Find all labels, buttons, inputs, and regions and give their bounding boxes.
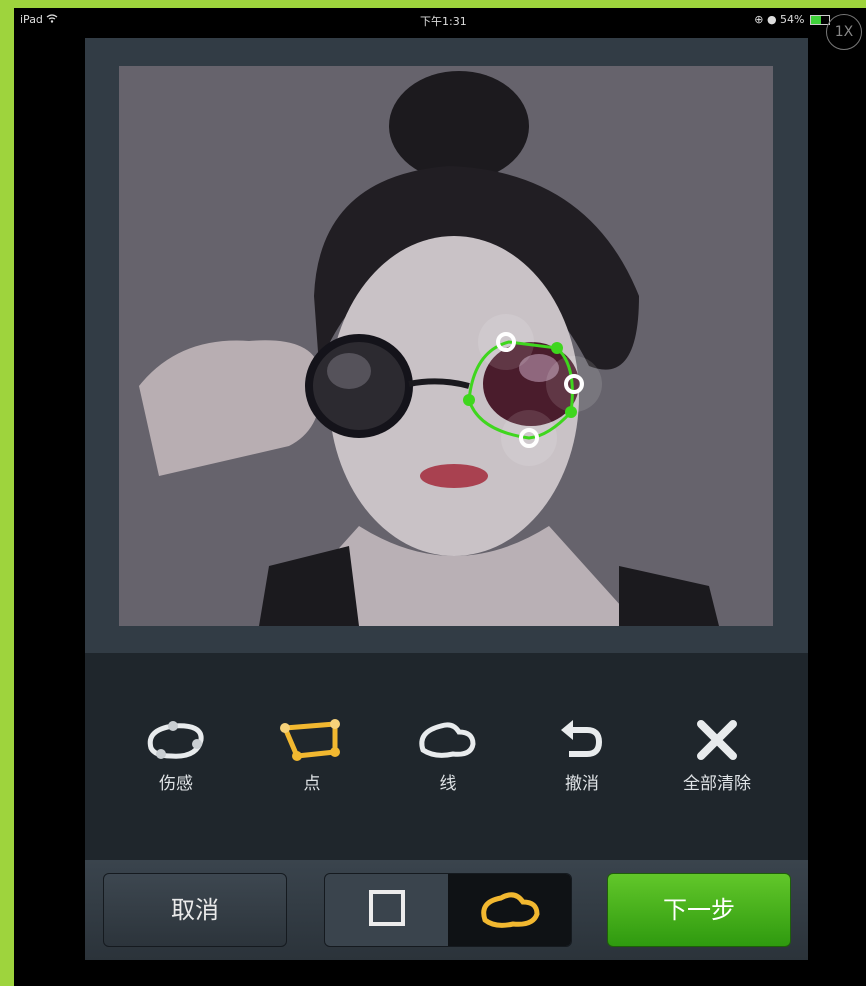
alarm-icon: ● <box>766 13 777 26</box>
next-step-button[interactable]: 下一步 <box>607 873 791 947</box>
tool-lasso-button[interactable]: 伤感 <box>121 713 231 813</box>
square-shape-icon <box>367 888 407 932</box>
undo-icon <box>527 713 637 767</box>
status-bar: iPad 下午1:31 ⊕ ● 54% <box>14 8 866 32</box>
editor-app: 伤感 点 线 撤消 全部清除 取消 下一步 <box>85 38 808 960</box>
device-name: iPad <box>20 13 43 26</box>
clear-all-label: 全部清除 <box>683 774 751 794</box>
tool-points-label: 点 <box>303 774 321 794</box>
undo-button[interactable]: 撤消 <box>527 713 637 813</box>
cancel-button[interactable]: 取消 <box>103 873 287 947</box>
zoom-badge[interactable]: 1X <box>826 14 862 50</box>
shape-selector <box>324 873 572 947</box>
bottom-bar: 取消 下一步 <box>85 860 808 960</box>
left-border <box>0 0 14 986</box>
tool-lasso-label: 伤感 <box>159 774 193 794</box>
tool-bar: 伤感 点 线 撤消 全部清除 <box>85 653 808 875</box>
tool-points-button[interactable]: 点 <box>257 713 367 813</box>
freeform-shape-option[interactable] <box>448 874 571 946</box>
wifi-icon <box>46 13 58 26</box>
clear-all-button[interactable]: 全部清除 <box>662 713 772 813</box>
square-shape-option[interactable] <box>325 874 448 946</box>
photo-panel <box>85 38 808 653</box>
status-time: 下午1:31 <box>420 15 467 28</box>
polygon-points-icon <box>257 713 367 767</box>
photo-canvas[interactable] <box>119 66 773 626</box>
lasso-icon <box>121 713 231 767</box>
battery-percent: 54% <box>780 13 805 26</box>
top-border <box>0 0 866 8</box>
undo-label: 撤消 <box>565 774 599 794</box>
clear-all-icon <box>662 713 772 767</box>
freeform-line-icon <box>393 713 503 767</box>
freeform-shape-icon <box>475 886 545 934</box>
tool-line-button[interactable]: 线 <box>393 713 503 813</box>
tool-line-label: 线 <box>439 774 457 794</box>
lock-rotation-icon: ⊕ <box>754 13 764 26</box>
